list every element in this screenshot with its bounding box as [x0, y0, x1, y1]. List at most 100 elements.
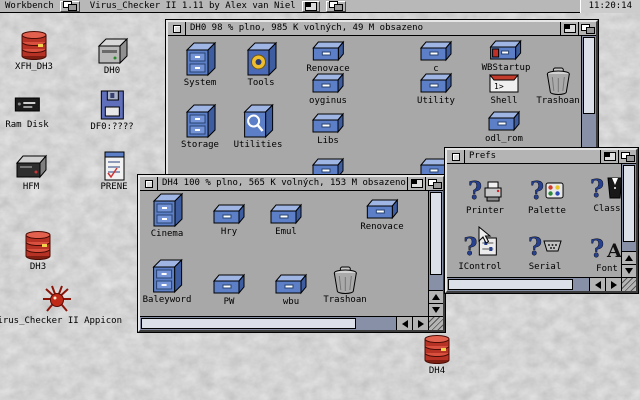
icon-class[interactable]: ?Class [589, 170, 621, 215]
icon-utilities[interactable]: Utilities [234, 102, 283, 151]
icon-dh3[interactable]: DH3 [20, 230, 56, 273]
scroll-up-button[interactable] [429, 290, 443, 303]
depth-gadget[interactable] [425, 177, 443, 190]
zoom-icon [564, 24, 576, 33]
disk-icon [419, 334, 455, 366]
prefs-titlebar[interactable]: Prefs [447, 150, 636, 164]
icon-prene[interactable]: PRENE [96, 150, 132, 193]
scroll-down-button[interactable] [429, 303, 443, 316]
scrollbar-knob[interactable] [583, 37, 595, 114]
icon-dh0[interactable]: DH0 [94, 34, 130, 77]
vertical-scrollbar[interactable] [621, 164, 636, 277]
icon-emul[interactable]: Emul [268, 201, 304, 238]
icon-serial[interactable]: ?Serial [527, 228, 563, 273]
scrollbar-track[interactable] [429, 191, 443, 290]
icon-label: Class [593, 204, 620, 215]
icon-shell[interactable]: 1>Shell [486, 70, 522, 107]
depth-gadget[interactable] [618, 150, 636, 163]
pref-class-icon: ? [589, 170, 621, 204]
icon-trashoan[interactable]: Trashoan [536, 66, 579, 107]
scrollbar-track[interactable] [447, 278, 589, 291]
horizontal-scrollbar[interactable] [447, 277, 621, 291]
icon-df0[interactable]: DF0:???? [90, 88, 133, 133]
icon-hry[interactable]: Hry [211, 201, 247, 238]
drawer-icon [273, 271, 309, 297]
close-gadget[interactable] [447, 150, 465, 163]
scrollbar-knob[interactable] [623, 165, 635, 242]
icon-tools[interactable]: Tools [243, 40, 279, 89]
workbench-screen-title: Workbench [0, 1, 54, 11]
scroll-right-button[interactable] [412, 317, 428, 330]
icon-xfh-dh3[interactable]: XFH_DH3 [15, 30, 53, 73]
icon-label: Trashoan [536, 96, 579, 107]
icon-oyginus[interactable]: oyginus [309, 70, 347, 107]
icon-cinema[interactable]: Cinema [149, 191, 185, 240]
app-depth-gadget[interactable] [326, 1, 346, 12]
icon-storage[interactable]: Storage [181, 102, 219, 151]
resize-gadget[interactable] [621, 277, 636, 291]
icon-printer[interactable]: ?Printer [466, 172, 504, 217]
arrow-up-icon [432, 294, 440, 300]
icon-label: Utilities [234, 140, 283, 151]
icon-label: Emul [275, 227, 297, 238]
scroll-left-button[interactable] [589, 278, 605, 291]
scroll-right-button[interactable] [605, 278, 621, 291]
zoom-icon [411, 179, 423, 188]
scrollbar-knob[interactable] [430, 192, 442, 275]
drawer-icon [211, 201, 247, 227]
close-gadget[interactable] [140, 177, 158, 190]
scrollbar-knob[interactable] [141, 318, 356, 329]
app-zoom-gadget[interactable] [302, 1, 320, 12]
horizontal-scrollbar[interactable] [140, 316, 428, 330]
scrollbar-track[interactable] [140, 317, 396, 330]
virus-icon [39, 282, 75, 316]
icon-label: odl_rom [485, 134, 523, 145]
window-dh4: DH4 100 % plno, 565 K volných, 153 M obs… [138, 175, 445, 332]
dh4-titlebar[interactable]: DH4 100 % plno, 565 K volných, 153 M obs… [140, 177, 443, 191]
icon-label: PRENE [100, 182, 127, 193]
icon-libs[interactable]: Libs [310, 110, 346, 147]
icon-virus-checker-ii-appicon[interactable]: Virus_Checker II Appicon [0, 282, 122, 327]
floppy-icon [94, 88, 130, 122]
icon-utility[interactable]: Utility [417, 70, 455, 107]
scrollbar-knob[interactable] [448, 279, 573, 290]
zoom-gadget[interactable] [407, 177, 425, 190]
resize-gadget[interactable] [428, 316, 443, 330]
scroll-down-button[interactable] [622, 264, 636, 277]
workbench-gadget[interactable] [60, 1, 80, 12]
dh4-content: Cinema Hry Emul Renovace Baleyword PW wbu Trash… [140, 191, 428, 316]
scroll-left-button[interactable] [396, 317, 412, 330]
icon-hfm[interactable]: HFM [13, 150, 49, 193]
icon-odl-rom[interactable]: odl_rom [485, 108, 523, 145]
icon-dh4[interactable]: DH4 [419, 334, 455, 377]
icon-trashoan[interactable]: Trashoan [323, 265, 366, 306]
icon-ram-disk[interactable]: Ram Disk [5, 88, 48, 131]
icon-wbu[interactable]: wbu [273, 271, 309, 308]
utilities-icon [240, 102, 276, 140]
scrollbar-track[interactable] [622, 164, 636, 251]
zoom-gadget[interactable] [560, 22, 578, 35]
svg-text:?: ? [528, 232, 542, 261]
icon-pw[interactable]: PW [211, 271, 247, 308]
vertical-scrollbar[interactable] [428, 191, 443, 316]
icon-system[interactable]: System [182, 40, 218, 89]
close-gadget[interactable] [168, 22, 186, 35]
drawer-icon [418, 38, 454, 64]
depth-gadget[interactable] [578, 22, 596, 35]
icon-renovace[interactable]: Renovace [360, 196, 403, 233]
icon-wbstartup[interactable]: WBStartup [482, 37, 531, 74]
icon-label: XFH_DH3 [15, 62, 53, 73]
chip-icon [9, 88, 45, 120]
dh0-titlebar[interactable]: DH0 98 % plno, 985 K volných, 49 M obsaz… [168, 22, 596, 36]
icon-label: Libs [317, 136, 339, 147]
zoom-gadget[interactable] [600, 150, 618, 163]
arrow-down-icon [625, 268, 633, 274]
svg-text:?: ? [590, 234, 604, 263]
icon-font[interactable]: ?AFont [589, 230, 621, 275]
scroll-up-button[interactable] [622, 251, 636, 264]
icon-label: Printer [466, 206, 504, 217]
icon-palette[interactable]: ?Palette [528, 172, 566, 217]
window-title: Prefs [465, 150, 600, 163]
zoom-icon [305, 2, 317, 11]
icon-baleyword[interactable]: Baleyword [143, 257, 192, 306]
